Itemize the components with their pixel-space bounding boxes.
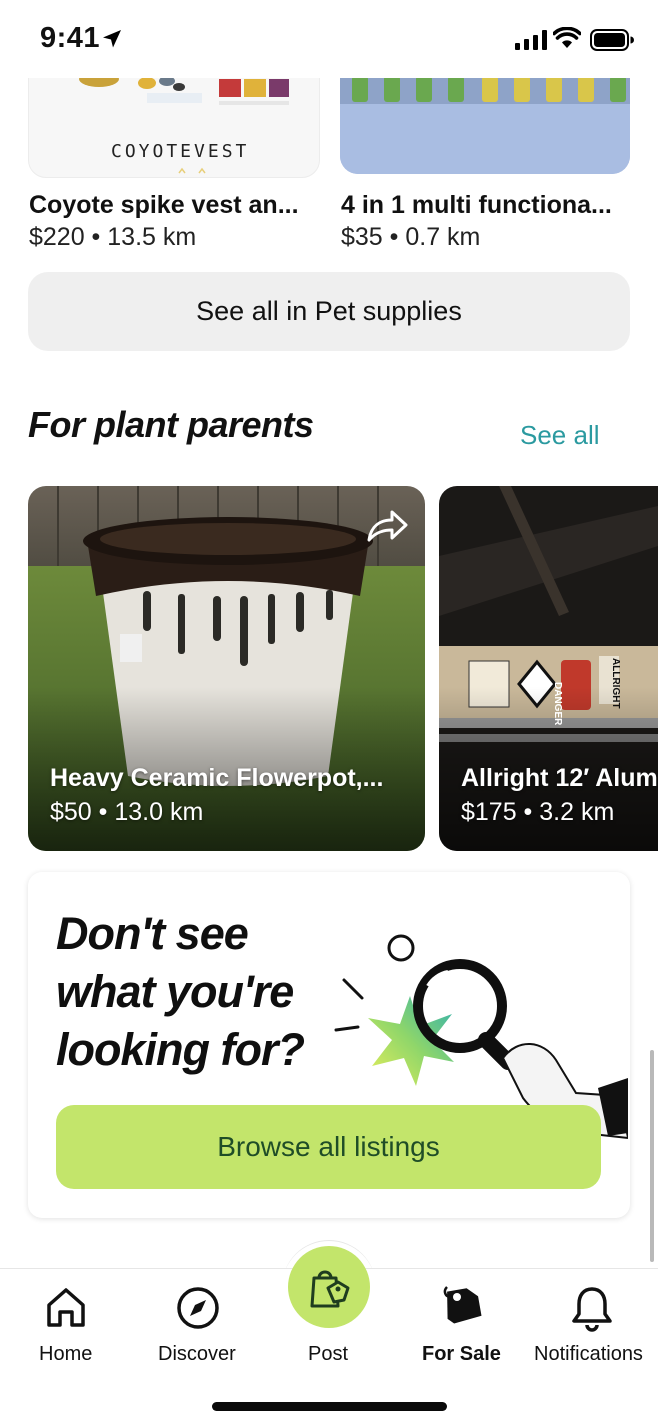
browse-all-listings-button[interactable]: Browse all listings xyxy=(56,1105,601,1189)
home-indicator xyxy=(212,1402,447,1411)
ladder-brand-text: ALLRIGHT xyxy=(610,658,621,709)
promo-heading-line-2: what you're xyxy=(56,966,294,1017)
see-all-pet-supplies-button[interactable]: See all in Pet supplies xyxy=(28,272,630,351)
listing-card-allright-ladder[interactable]: DANGER ALLRIGHT Allright 12′ Alum $175 •… xyxy=(439,486,658,851)
cellular-signal-icon xyxy=(515,30,547,50)
tag-bag-icon xyxy=(310,1270,350,1308)
listing-price-distance: $175 • 3.2 km xyxy=(461,798,615,826)
bell-icon xyxy=(572,1287,612,1332)
product-title: 4 in 1 multi functiona... xyxy=(341,191,612,219)
listing-card-ceramic-flowerpot[interactable]: Heavy Ceramic Flowerpot,... $50 • 13.0 k… xyxy=(28,486,425,851)
tab-home[interactable]: Home xyxy=(0,1269,130,1369)
status-time: 9:41 xyxy=(40,22,101,54)
tab-label: Notifications xyxy=(534,1343,643,1365)
product-price-distance: $35 • 0.7 km xyxy=(341,223,481,251)
compass-icon xyxy=(177,1287,219,1329)
tab-for-sale[interactable]: For Sale xyxy=(405,1269,515,1369)
listing-price-distance: $50 • 13.0 km xyxy=(50,798,204,826)
tab-label: Home xyxy=(39,1343,93,1365)
listing-title: Allright 12′ Alum xyxy=(461,764,658,792)
battery-icon xyxy=(590,29,634,51)
promo-heading-line-1: Don't see xyxy=(56,908,249,959)
brand-wordmark: COYOTEVEST xyxy=(111,141,250,162)
tab-discover[interactable]: Discover xyxy=(140,1269,260,1369)
product-price-distance: $220 • 13.5 km xyxy=(29,223,197,251)
tab-notifications[interactable]: Notifications xyxy=(525,1269,658,1369)
share-icon[interactable] xyxy=(366,508,408,544)
section-title-plant-parents: For plant parents xyxy=(28,404,314,445)
listing-title: Heavy Ceramic Flowerpot,... xyxy=(50,764,384,792)
browse-promo-card: Don't see what you're looking for? Brows… xyxy=(28,872,630,1218)
price-tag-icon xyxy=(443,1286,482,1324)
promo-heading-line-3: looking for? xyxy=(56,1024,305,1075)
ladder-photo xyxy=(439,486,658,851)
location-arrow-icon xyxy=(103,30,121,48)
see-all-link[interactable]: See all xyxy=(520,420,600,451)
post-button[interactable] xyxy=(288,1246,370,1328)
tab-label: For Sale xyxy=(422,1343,501,1365)
tab-label: Post xyxy=(308,1343,349,1365)
scrollbar-thumb[interactable] xyxy=(650,1050,654,1262)
status-bar: 9:41 xyxy=(0,0,658,78)
wifi-icon xyxy=(553,27,581,48)
tab-label: Discover xyxy=(158,1343,236,1365)
home-icon xyxy=(47,1288,85,1327)
product-title: Coyote spike vest an... xyxy=(29,191,299,219)
danger-sign-text: DANGER xyxy=(552,682,563,726)
